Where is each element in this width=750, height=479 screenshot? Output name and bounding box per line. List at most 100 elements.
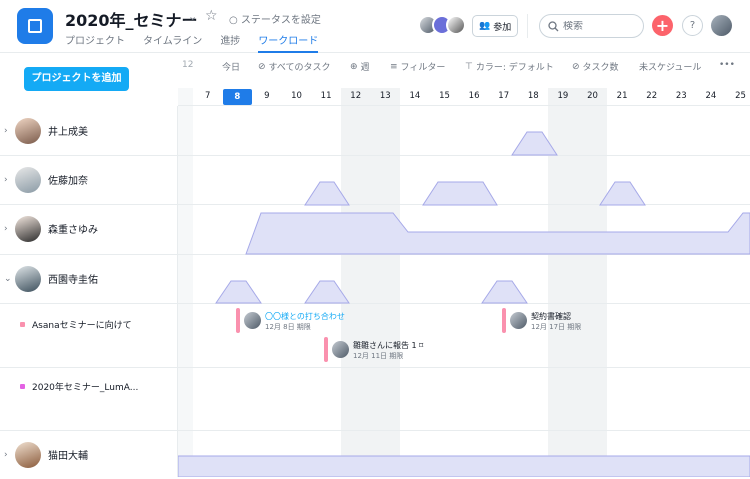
filter-label: フィルター xyxy=(400,63,446,73)
search-input[interactable] xyxy=(563,20,633,32)
date-header: 7 8 9 10 11 12 13 14 15 16 17 18 19 20 21 22 23 24 25 xyxy=(178,88,750,106)
task-title: 契約書確認 xyxy=(531,312,571,321)
workload-shape xyxy=(481,280,528,304)
person-row[interactable]: › 佐藤加奈 xyxy=(0,155,178,204)
chart-icon xyxy=(28,19,42,33)
workload-shape xyxy=(511,131,558,156)
date-label: 12 xyxy=(350,91,362,101)
person-name: 井上成美 xyxy=(48,127,88,138)
date-label: 13 xyxy=(379,91,391,101)
task-card[interactable]: 契約書確認 12月 17日 期限 xyxy=(502,308,581,333)
person-row[interactable]: ⌄ 西園寺圭佑 xyxy=(0,254,178,303)
project-row[interactable]: Asanaセミナーに向けて xyxy=(0,317,178,331)
person-row[interactable]: › 井上成美 xyxy=(0,106,178,155)
task-bar xyxy=(236,308,240,333)
chevron-down-icon[interactable]: ⌄ xyxy=(188,10,197,23)
tab-progress[interactable]: 進捗 xyxy=(220,32,240,53)
date-label: 18 xyxy=(527,91,539,101)
tab-timeline[interactable]: タイムライン xyxy=(143,32,202,53)
filter-button[interactable]: ≡ フィルター xyxy=(390,60,446,74)
tab-project[interactable]: プロジェクト xyxy=(65,32,125,53)
more-icon[interactable]: ••• xyxy=(719,60,735,70)
date-label: 19 xyxy=(557,91,569,101)
chevron-right-icon[interactable]: › xyxy=(4,224,8,234)
workload-shape xyxy=(422,181,498,206)
date-label: 17 xyxy=(498,91,510,101)
quick-add-button[interactable]: + xyxy=(652,15,673,36)
help-button[interactable]: ? xyxy=(682,15,703,36)
task-count-button[interactable]: ⊘ タスク数 xyxy=(572,60,619,74)
date-label: 10 xyxy=(291,91,302,101)
project-title[interactable]: 2020年_セミナー xyxy=(65,7,198,31)
person-row[interactable]: › 森重さゆみ xyxy=(0,204,178,253)
person-row[interactable]: › 猫田大輔 xyxy=(0,430,178,479)
date-label: 11 xyxy=(320,91,332,101)
task-card[interactable]: 雛雛さんに報告 1 ⌑ 12月 11日 期限 xyxy=(324,337,423,362)
join-label: 参加 xyxy=(493,22,512,33)
star-icon[interactable]: ☆ xyxy=(205,8,218,24)
project-name: Asanaセミナーに向けて xyxy=(32,320,132,331)
join-button[interactable]: 👥 参加 xyxy=(472,15,519,37)
date-label: 22 xyxy=(646,91,658,101)
task-title: 雛雛さんに報告 1 ⌑ xyxy=(353,341,424,350)
date-label: 15 xyxy=(439,91,450,101)
avatar xyxy=(15,117,41,144)
avatar xyxy=(332,341,349,358)
zoom-icon: ⊕ xyxy=(350,61,358,72)
workload-chart xyxy=(178,131,750,477)
people-icon: 👥 xyxy=(479,21,491,31)
check-circle-icon: ⊘ xyxy=(572,61,580,72)
prev-date-label: 12 xyxy=(182,60,194,70)
avatar xyxy=(15,265,41,292)
date-label: 7 xyxy=(204,91,211,101)
unscheduled-button[interactable]: 未スケジュール xyxy=(639,60,701,73)
user-avatar[interactable] xyxy=(711,15,732,36)
zoom-week-button[interactable]: ⊕ 週 xyxy=(350,60,370,74)
task-due-date: 12月 11日 期限 xyxy=(353,352,404,360)
avatar xyxy=(15,441,41,468)
task-card[interactable]: 〇〇様との打ち合わせ 12月 8日 期限 xyxy=(236,308,345,333)
avatar xyxy=(244,312,261,329)
project-color-dot xyxy=(20,321,25,327)
tab-workload[interactable]: ワークロード xyxy=(258,32,319,53)
chevron-right-icon[interactable]: › xyxy=(4,175,8,185)
task-bar xyxy=(502,308,506,333)
date-label: 21 xyxy=(616,91,628,101)
all-tasks-label: すべてのタスク xyxy=(268,63,331,73)
task-due-date: 12月 17日 期限 xyxy=(531,323,582,331)
project-name: 2020年セミナー_LumA... xyxy=(32,382,139,393)
project-icon[interactable] xyxy=(17,8,53,44)
date-label: 25 xyxy=(735,91,746,101)
project-row[interactable]: 2020年セミナー_LumA... xyxy=(0,379,178,393)
search-box[interactable] xyxy=(539,14,644,38)
add-project-button[interactable]: プロジェクトを追加 xyxy=(24,67,129,91)
person-name: 猫田大輔 xyxy=(48,451,88,462)
workload-shape xyxy=(245,212,750,255)
workload-shape xyxy=(178,455,750,477)
avatar xyxy=(15,166,41,193)
filter-icon: ≡ xyxy=(390,61,398,72)
color-button[interactable]: ⊤ カラー: デフォルト xyxy=(465,60,554,74)
avatar[interactable] xyxy=(446,15,466,35)
status-button[interactable]: ○ ステータスを設定 xyxy=(229,11,321,26)
task-due-date: 12月 8日 期限 xyxy=(265,323,311,331)
chevron-right-icon[interactable]: › xyxy=(4,126,8,136)
check-circle-icon: ⊘ xyxy=(258,61,266,72)
avatar xyxy=(15,215,41,242)
date-label: 14 xyxy=(409,91,421,101)
project-header: 2020年_セミナー ⌄ ☆ ○ ステータスを設定 プロジェクト タイムライン … xyxy=(0,0,750,53)
all-tasks-button[interactable]: ⊘ すべてのタスク xyxy=(258,60,331,74)
today-button[interactable]: 今日 xyxy=(222,60,240,73)
search-icon xyxy=(548,20,559,31)
week-label: 週 xyxy=(360,63,370,73)
status-label: ステータスを設定 xyxy=(240,15,321,26)
date-label: 24 xyxy=(705,91,717,101)
date-label: 23 xyxy=(675,91,687,101)
workload-shape xyxy=(599,181,646,206)
chevron-down-icon[interactable]: ⌄ xyxy=(4,274,12,284)
date-label: 20 xyxy=(587,91,598,101)
workload-shape xyxy=(304,280,350,304)
member-avatars[interactable] xyxy=(418,15,468,35)
chevron-right-icon[interactable]: › xyxy=(4,450,8,460)
task-bar xyxy=(324,337,328,362)
